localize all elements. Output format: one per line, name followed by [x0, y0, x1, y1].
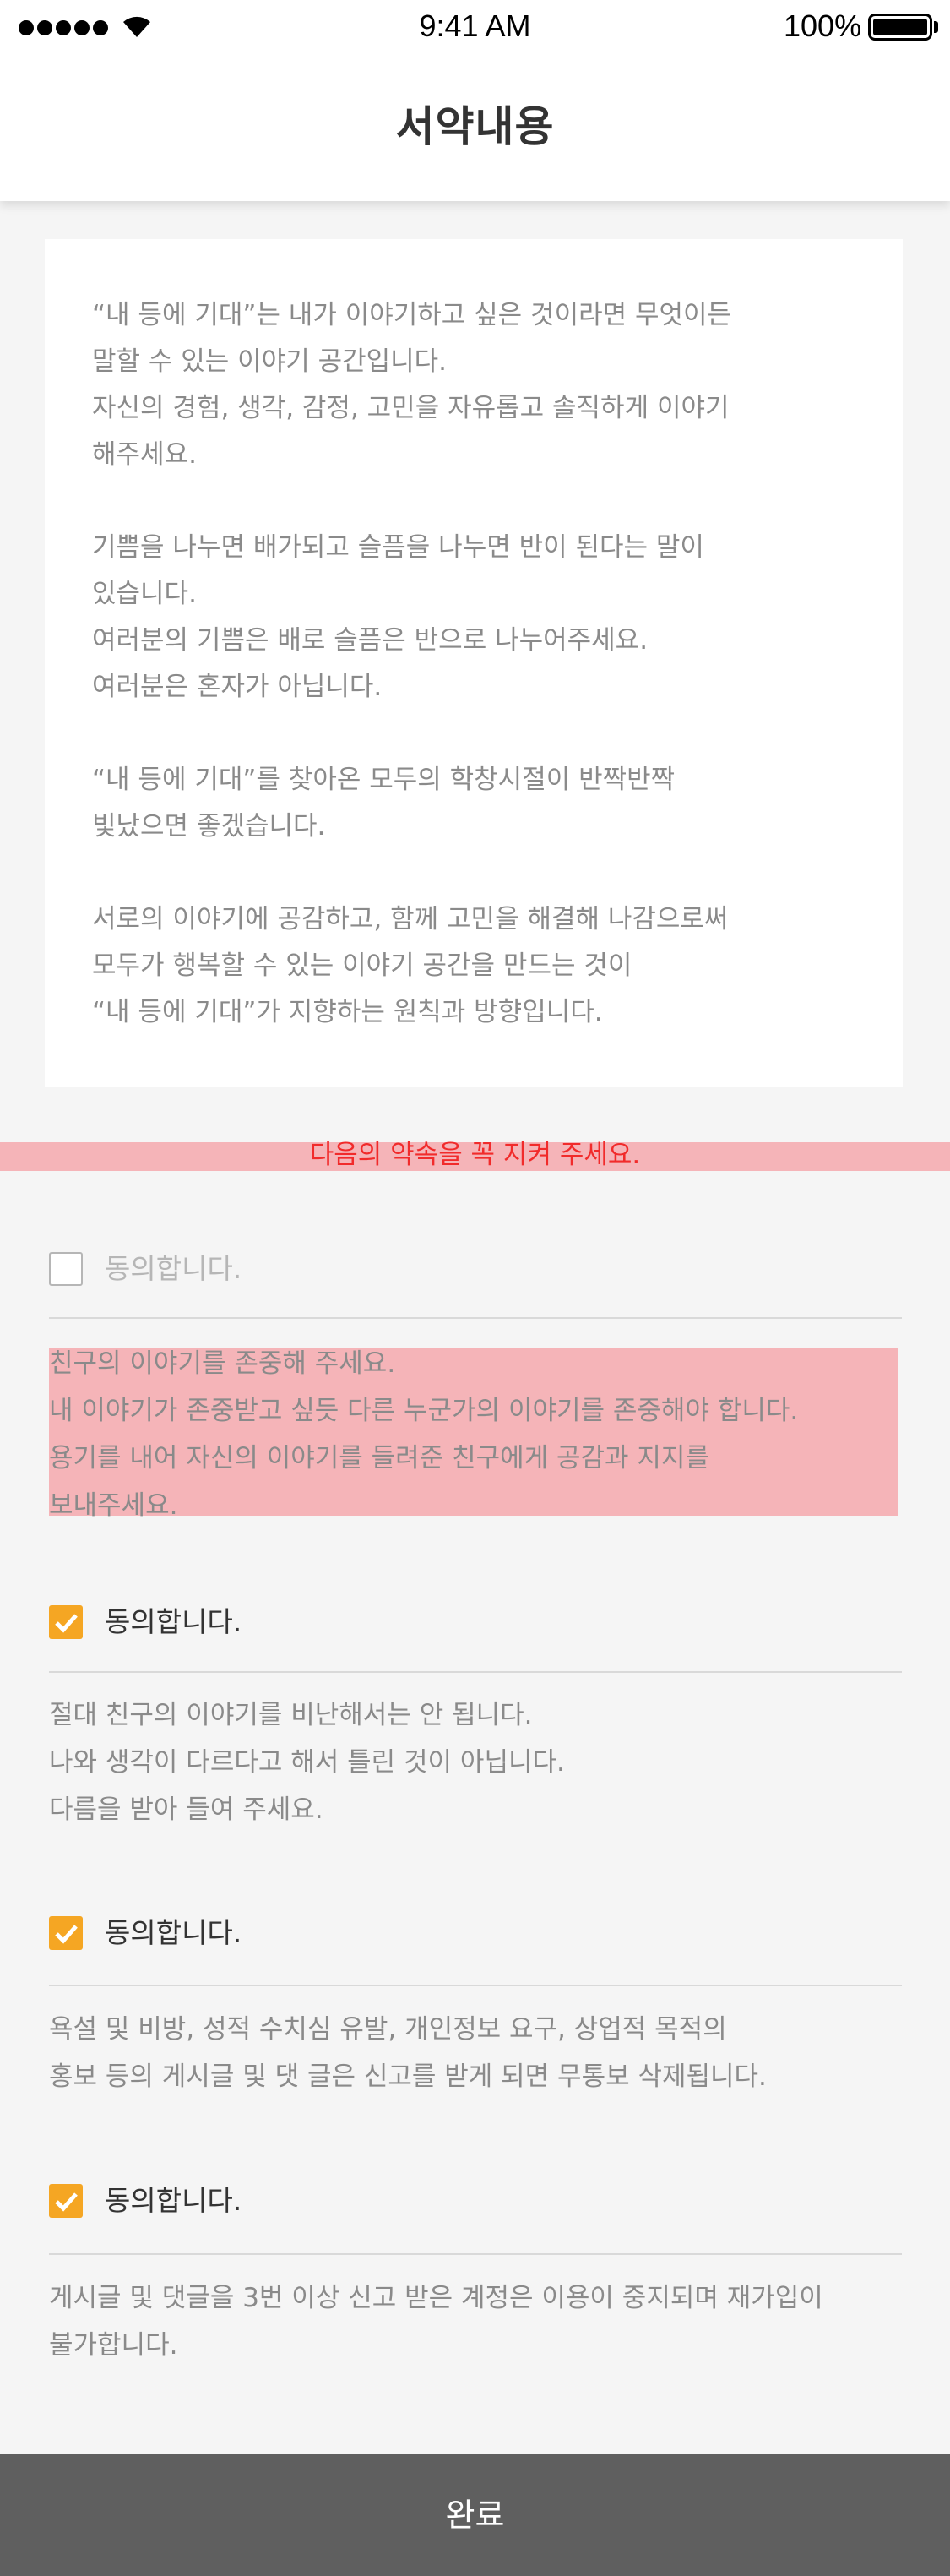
intro-paragraph: “내 등에 기대”는 내가 이야기하고 싶은 것이라면 무엇이든 말할 수 있는…	[92, 300, 732, 470]
rule-text: 절대 친구의 이야기를 비난해서는 안 됩니다. 나와 생각이 다르다고 해서 …	[49, 1700, 565, 1825]
agree-label[interactable]: 동의합니다.	[105, 2182, 242, 2219]
rule-text: 게시글 및 댓글을 3번 이상 신고 받은 계정은 이용이 중지되며 재가입이 …	[49, 2283, 823, 2361]
intro-paragraph: 서로의 이야기에 공감하고, 함께 고민을 해결해 나감으로써 모두가 행복할 …	[92, 904, 729, 1027]
battery-tip	[934, 21, 938, 33]
divider	[49, 1985, 902, 1986]
done-button[interactable]: 완료	[0, 2454, 950, 2576]
page-title: 서약내용	[395, 102, 555, 151]
checkbox-checked-icon[interactable]	[49, 2184, 83, 2218]
intro-paragraph: 기쁨을 나누면 배가되고 슬픔을 나누면 반이 된다는 말이 있습니다. 여러분…	[92, 532, 704, 702]
rule-text: 친구의 이야기를 존중해 주세요. 내 이야기가 존중받고 싶듯 다른 누군가의…	[49, 1348, 799, 1521]
notice-text: 다음의 약속을 꼭 지켜 주세요.	[309, 1140, 641, 1170]
intro-card: “내 등에 기대”는 내가 이야기하고 싶은 것이라면 무엇이든 말할 수 있는…	[45, 239, 903, 1087]
rule-text: 욕설 및 비방, 성적 수치심 유발, 개인정보 요구, 상업적 목적의 홍보 …	[49, 2014, 767, 2092]
agree-label[interactable]: 동의합니다.	[105, 1604, 242, 1641]
battery-percentage: 100%	[784, 8, 862, 43]
divider	[49, 2253, 902, 2255]
checkbox-checked-icon[interactable]	[49, 1605, 83, 1639]
divider	[49, 1671, 902, 1673]
agree-label[interactable]: 동의합니다.	[105, 1250, 242, 1288]
intro-paragraph: “내 등에 기대”를 찾아온 모두의 학창시절이 반짝반짝 빛났으면 좋겠습니다…	[92, 765, 676, 841]
checkbox-unchecked-icon[interactable]	[49, 1252, 83, 1286]
battery-icon	[868, 14, 932, 41]
agree-label[interactable]: 동의합니다.	[105, 1914, 242, 1952]
checkbox-checked-icon[interactable]	[49, 1916, 83, 1950]
divider	[49, 1317, 902, 1319]
